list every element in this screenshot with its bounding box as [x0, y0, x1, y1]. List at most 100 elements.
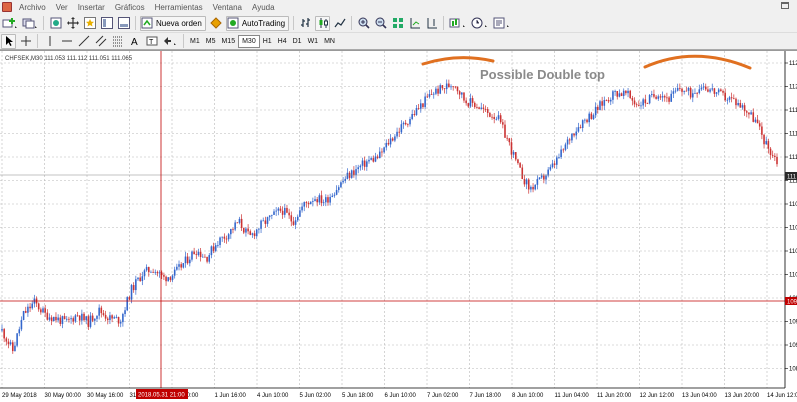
menu-insertar[interactable]: Insertar	[73, 3, 110, 12]
candle-body	[132, 285, 135, 291]
candle-body	[309, 201, 312, 205]
indicators-button[interactable]	[448, 16, 468, 31]
candle-body	[499, 115, 502, 123]
candle-body	[55, 316, 57, 321]
bar-chart-button[interactable]	[298, 16, 313, 31]
candle-body	[40, 309, 42, 313]
candle-body	[776, 157, 778, 165]
candle-body	[145, 267, 148, 271]
cursor-button[interactable]	[1, 33, 16, 49]
candle-body	[342, 180, 344, 183]
vertical-line-button[interactable]	[42, 34, 57, 49]
menu-graficos[interactable]: Gráficos	[110, 3, 150, 12]
trendline-button[interactable]	[76, 34, 91, 49]
timeframe-d1[interactable]: D1	[290, 35, 305, 48]
zoom-in-button[interactable]	[356, 16, 371, 31]
candle-body	[398, 131, 401, 133]
time-tick-label: 7 Jun 18:00	[470, 393, 502, 399]
price-tick-label: 112	[789, 61, 797, 67]
candle-body	[463, 92, 465, 101]
timeframe-m30[interactable]: M30	[238, 34, 260, 48]
metaeditor-button[interactable]	[208, 16, 224, 31]
autotrading-button[interactable]: AutoTrading	[225, 15, 290, 31]
price-chart[interactable]: Possible Double top CHFSEK,M30 111.053 1…	[0, 51, 797, 402]
candle-body	[536, 178, 539, 185]
candle-body	[44, 308, 46, 313]
standard-toolbar: Nueva orden AutoTrading	[0, 14, 797, 33]
candle-body	[16, 333, 18, 346]
candle-body	[242, 228, 245, 233]
candle-body	[378, 151, 381, 159]
annotation-text[interactable]: Possible Double top	[480, 67, 605, 82]
candle-body	[573, 133, 575, 136]
candle-body	[191, 251, 193, 260]
timeframe-h1[interactable]: H1	[260, 35, 275, 48]
equidistant-channel-button[interactable]	[93, 34, 108, 49]
menu-ver[interactable]: Ver	[51, 3, 73, 12]
candle-body	[685, 90, 688, 92]
candle-body	[748, 112, 750, 115]
candlestick-button[interactable]	[315, 15, 331, 31]
data-window-button[interactable]	[65, 16, 80, 31]
candle-body	[316, 199, 318, 203]
candle-body	[98, 307, 100, 316]
candle-body	[765, 141, 768, 145]
candle-body	[715, 92, 718, 94]
candle-body	[163, 275, 165, 277]
line-chart-button[interactable]	[332, 16, 347, 31]
candle-body	[331, 195, 334, 197]
candle-body	[702, 86, 705, 88]
candle-body	[57, 317, 59, 321]
candle-body	[230, 228, 232, 235]
terminal-button[interactable]	[116, 16, 131, 31]
candle-body	[661, 96, 664, 98]
indicators-icon	[449, 18, 466, 28]
candle-body	[409, 119, 411, 125]
profiles-button[interactable]	[21, 16, 39, 31]
templates-button[interactable]	[492, 16, 512, 31]
time-tick-label: 5 Jun 18:00	[342, 393, 374, 399]
timeframe-h4[interactable]: H4	[275, 35, 290, 48]
new-chart-button[interactable]	[1, 16, 19, 31]
candle-body	[525, 179, 528, 185]
timeframe-m15[interactable]: M15	[218, 35, 238, 48]
candle-body	[579, 127, 582, 129]
restore-window-icon[interactable]	[781, 2, 789, 9]
timeframe-m1[interactable]: M1	[187, 35, 203, 48]
candle-body	[603, 100, 606, 106]
menu-herramientas[interactable]: Herramientas	[150, 3, 208, 12]
candle-body	[74, 315, 77, 322]
menu-ayuda[interactable]: Ayuda	[247, 3, 280, 12]
candle-body	[255, 229, 258, 237]
candle-body	[577, 127, 580, 132]
text-button[interactable]: A	[127, 34, 142, 49]
arrows-button[interactable]	[161, 34, 179, 49]
horizontal-line-button[interactable]	[59, 34, 74, 49]
chart-shift-button[interactable]	[424, 16, 439, 31]
tile-windows-button[interactable]	[390, 16, 405, 31]
text-label-button[interactable]: T	[144, 34, 159, 49]
candle-body	[85, 316, 87, 321]
candle-body	[158, 272, 161, 274]
new-order-button[interactable]: Nueva orden	[140, 15, 206, 31]
timeframe-w1[interactable]: W1	[305, 35, 322, 48]
candle-body	[363, 160, 366, 167]
chart-window[interactable]: Possible Double top CHFSEK,M30 111.053 1…	[0, 50, 797, 402]
timeframe-mn[interactable]: MN	[321, 35, 338, 48]
auto-scroll-button[interactable]	[407, 16, 422, 31]
navigator-button[interactable]	[99, 16, 114, 31]
candle-body	[286, 207, 288, 213]
annotation-arc-right[interactable]	[643, 54, 752, 70]
periods-button[interactable]	[470, 16, 490, 31]
candle-body	[290, 215, 293, 222]
toolbar-separator	[43, 16, 44, 30]
favorites-button[interactable]	[82, 16, 97, 31]
zoom-out-button[interactable]	[373, 16, 388, 31]
menu-archivo[interactable]: Archivo	[14, 3, 51, 12]
crosshair-button[interactable]	[18, 34, 33, 49]
fibonacci-button[interactable]	[110, 34, 125, 49]
candle-body	[497, 115, 500, 119]
menu-ventana[interactable]: Ventana	[208, 3, 247, 12]
timeframe-m5[interactable]: M5	[203, 35, 219, 48]
market-watch-button[interactable]	[48, 16, 63, 31]
